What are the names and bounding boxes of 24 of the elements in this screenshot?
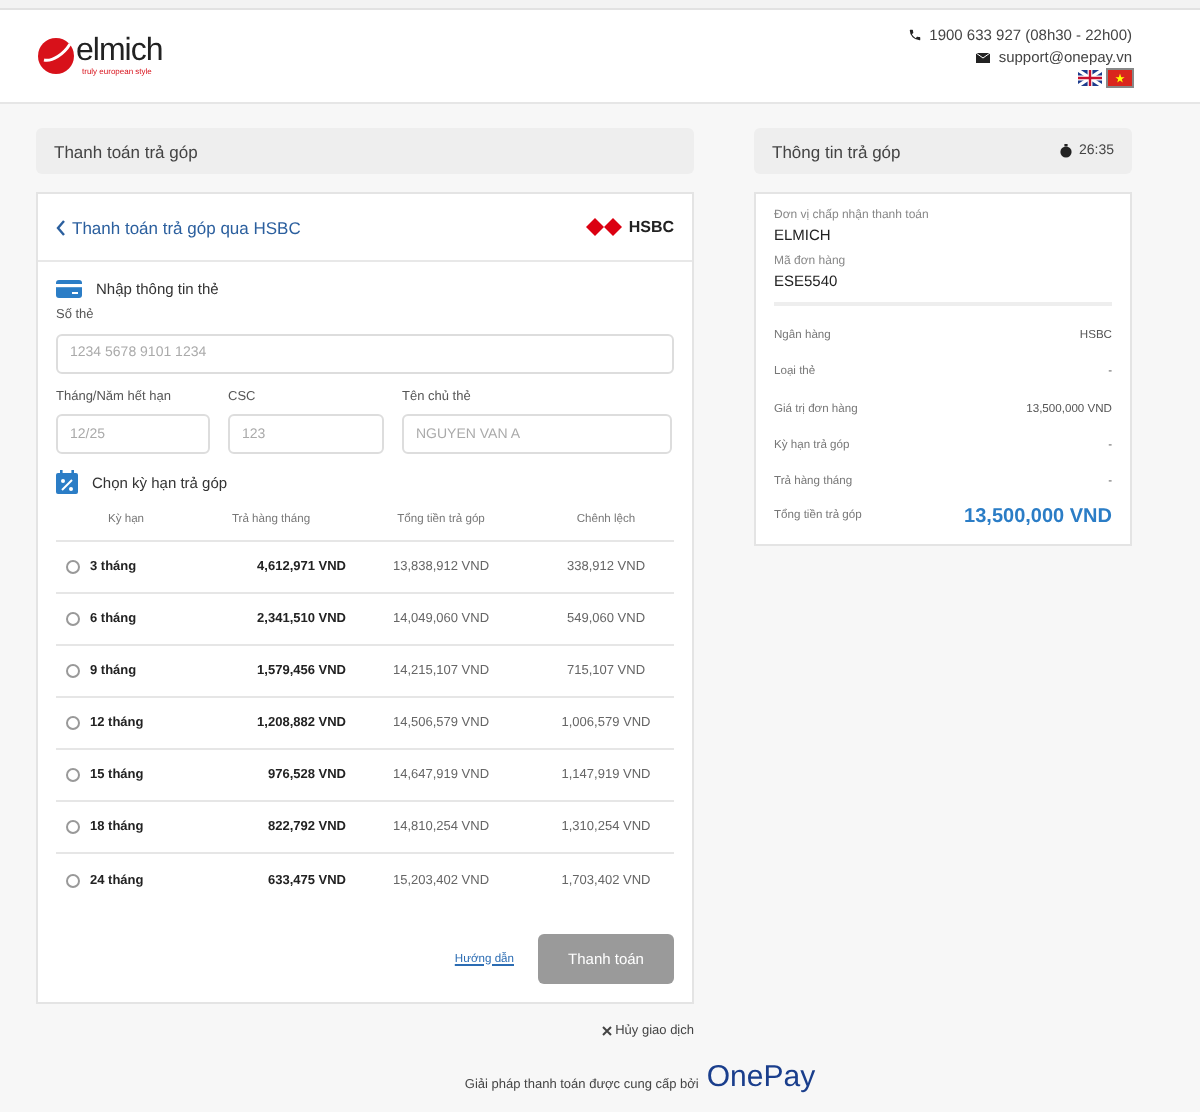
back-link[interactable]: Thanh toán trả góp qua HSBC (56, 217, 301, 237)
footer-brand: OnePay (706, 1062, 816, 1092)
stopwatch-icon (1060, 144, 1073, 158)
radio-button[interactable] (66, 873, 80, 887)
radio-button[interactable] (66, 820, 80, 834)
bank-name: HSBC (628, 218, 674, 236)
calendar-percent-icon (56, 470, 78, 494)
panel-header: Thanh toán trả góp (36, 128, 694, 174)
radio-button[interactable] (66, 716, 80, 730)
radio-button[interactable] (66, 560, 80, 574)
radio-button[interactable] (66, 612, 80, 626)
uk-flag-icon[interactable] (1078, 70, 1102, 86)
radio-button[interactable] (66, 664, 80, 678)
logo-circle-icon (38, 38, 74, 74)
chevron-left-icon (56, 219, 66, 235)
vietnam-flag-icon[interactable] (1108, 70, 1132, 86)
close-icon (601, 1026, 612, 1036)
total-amount: 13,500,000 VND (964, 505, 1112, 528)
logo-brand: elmich (76, 36, 163, 68)
radio-button[interactable] (66, 768, 80, 782)
mail-icon (976, 51, 991, 63)
phone-icon (907, 28, 922, 42)
panel-title: Thông tin trả góp (772, 141, 901, 161)
credit-card-icon (56, 280, 82, 298)
